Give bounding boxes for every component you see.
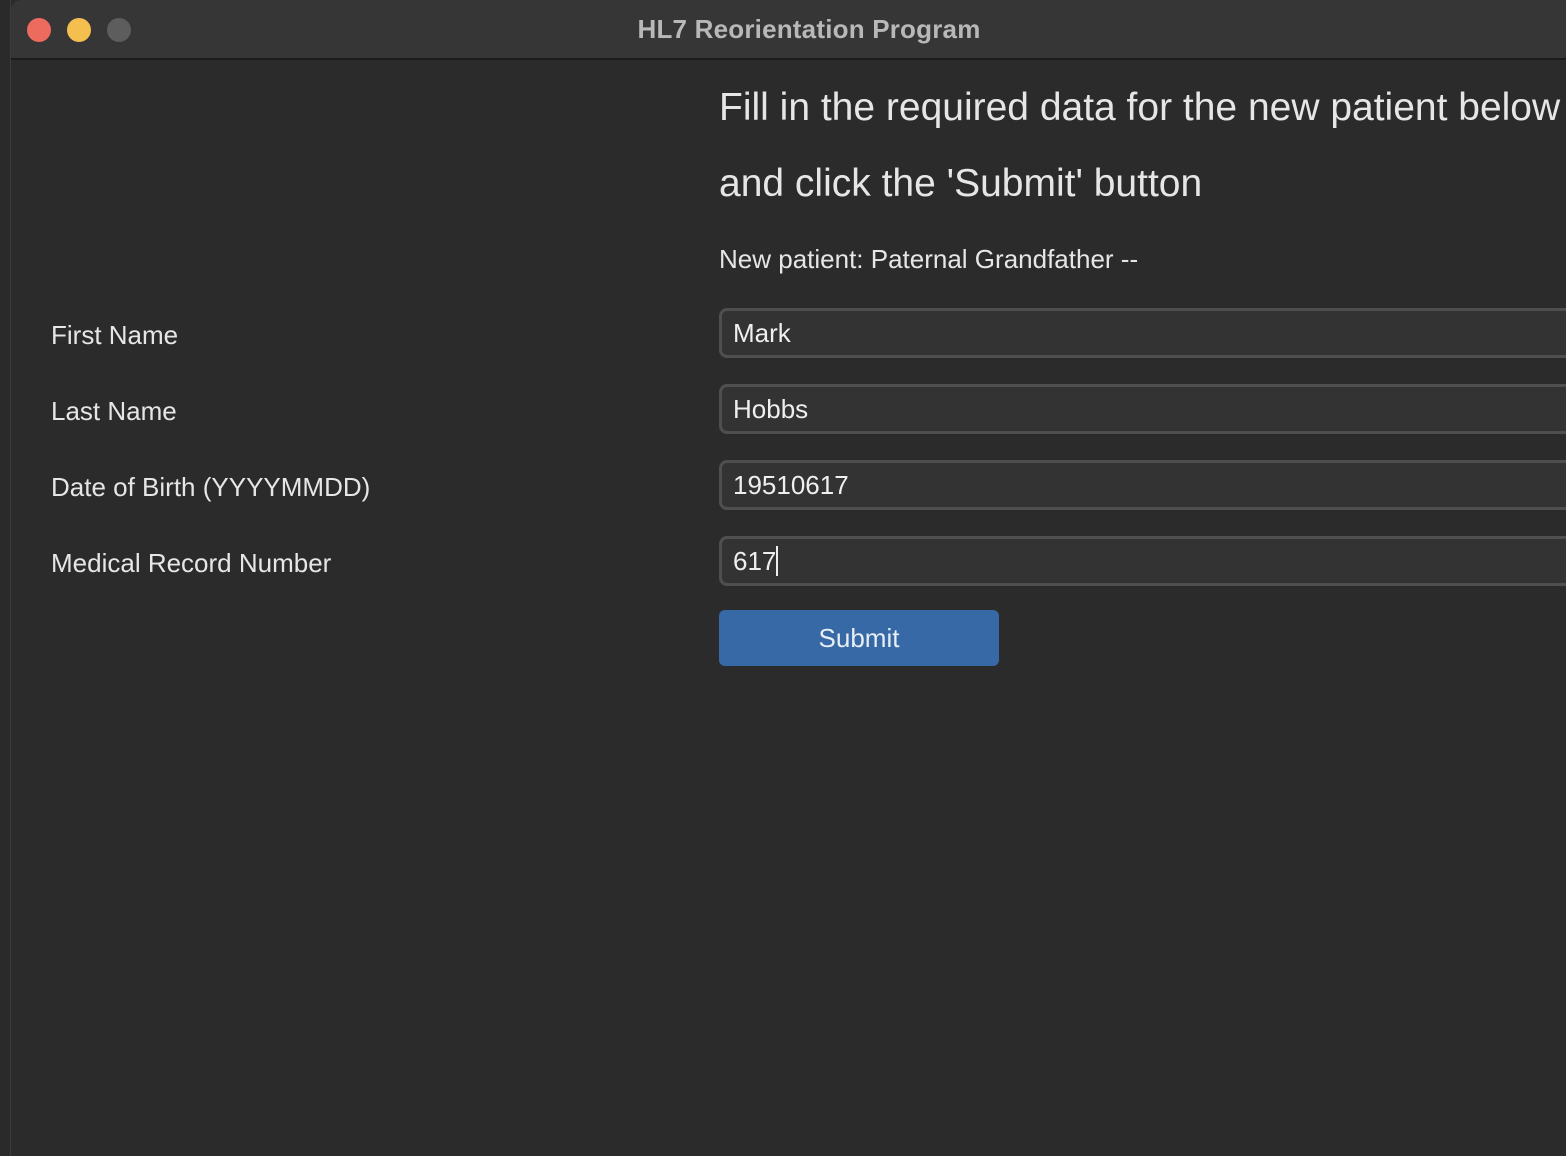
last-name-field[interactable]	[719, 384, 1566, 434]
patient-form: Fill in the required data for the new pa…	[11, 60, 1566, 1156]
submit-button[interactable]: Submit	[719, 610, 999, 666]
medical-record-number-value: 617	[733, 545, 777, 576]
app-window: HL7 Reorientation Program Fill in the re…	[10, 0, 1566, 1156]
instruction-line-1: Fill in the required data for the new pa…	[719, 86, 1561, 129]
first-name-field[interactable]	[719, 308, 1566, 358]
first-name-label: First Name	[51, 320, 179, 350]
text-cursor	[776, 546, 779, 576]
medical-record-number-field[interactable]: 617	[719, 536, 1566, 586]
last-name-label: Last Name	[51, 396, 177, 426]
title-bar[interactable]: HL7 Reorientation Program	[11, 0, 1566, 60]
window-title: HL7 Reorientation Program	[637, 14, 981, 44]
date-of-birth-field[interactable]	[719, 460, 1566, 510]
medical-record-number-label: Medical Record Number	[51, 548, 332, 578]
date-of-birth-label: Date of Birth (YYYYMMDD)	[51, 472, 371, 502]
instruction-line-2: and click the 'Submit' button	[719, 162, 1203, 205]
new-patient-subtitle: New patient: Paternal Grandfather --	[719, 244, 1139, 274]
